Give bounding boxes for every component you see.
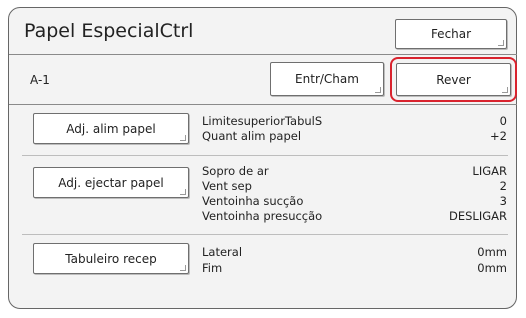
header-divider <box>9 54 517 55</box>
row-value: 2 <box>499 179 507 193</box>
row-value: 0mm <box>477 261 507 275</box>
section-divider <box>22 234 508 235</box>
row-label: Fim <box>202 261 223 275</box>
subheader-divider <box>9 104 517 105</box>
row-label: Quant alim papel <box>202 129 302 143</box>
row-label: LimitesuperiorTabulS <box>202 114 323 128</box>
paper-code-label: A-1 <box>30 73 50 87</box>
row-value: 0mm <box>477 245 507 259</box>
row-label: Ventoinha presucção <box>202 209 323 223</box>
review-button[interactable]: Rever <box>396 63 511 96</box>
row-value: +2 <box>490 129 507 143</box>
row-value: LIGAR <box>472 164 507 178</box>
section-divider <box>22 155 508 156</box>
row-value: 0 <box>499 114 507 128</box>
entry-call-button[interactable]: Entr/Cham <box>270 62 384 96</box>
paper-eject-adjust-button[interactable]: Adj. ejectar papel <box>33 167 189 198</box>
row-label: Ventoinha sucção <box>202 194 304 208</box>
row-value: DESLIGAR <box>449 209 507 223</box>
row-value: 3 <box>499 194 507 208</box>
row-label: Lateral <box>202 245 243 259</box>
row-label: Vent sep <box>202 179 252 193</box>
close-button[interactable]: Fechar <box>395 19 507 49</box>
receiving-tray-button[interactable]: Tabuleiro recep <box>33 243 189 274</box>
paper-feed-adjust-button[interactable]: Adj. alim papel <box>33 113 189 144</box>
row-label: Sopro de ar <box>202 164 269 178</box>
dialog-title: Papel EspecialCtrl <box>24 20 194 42</box>
